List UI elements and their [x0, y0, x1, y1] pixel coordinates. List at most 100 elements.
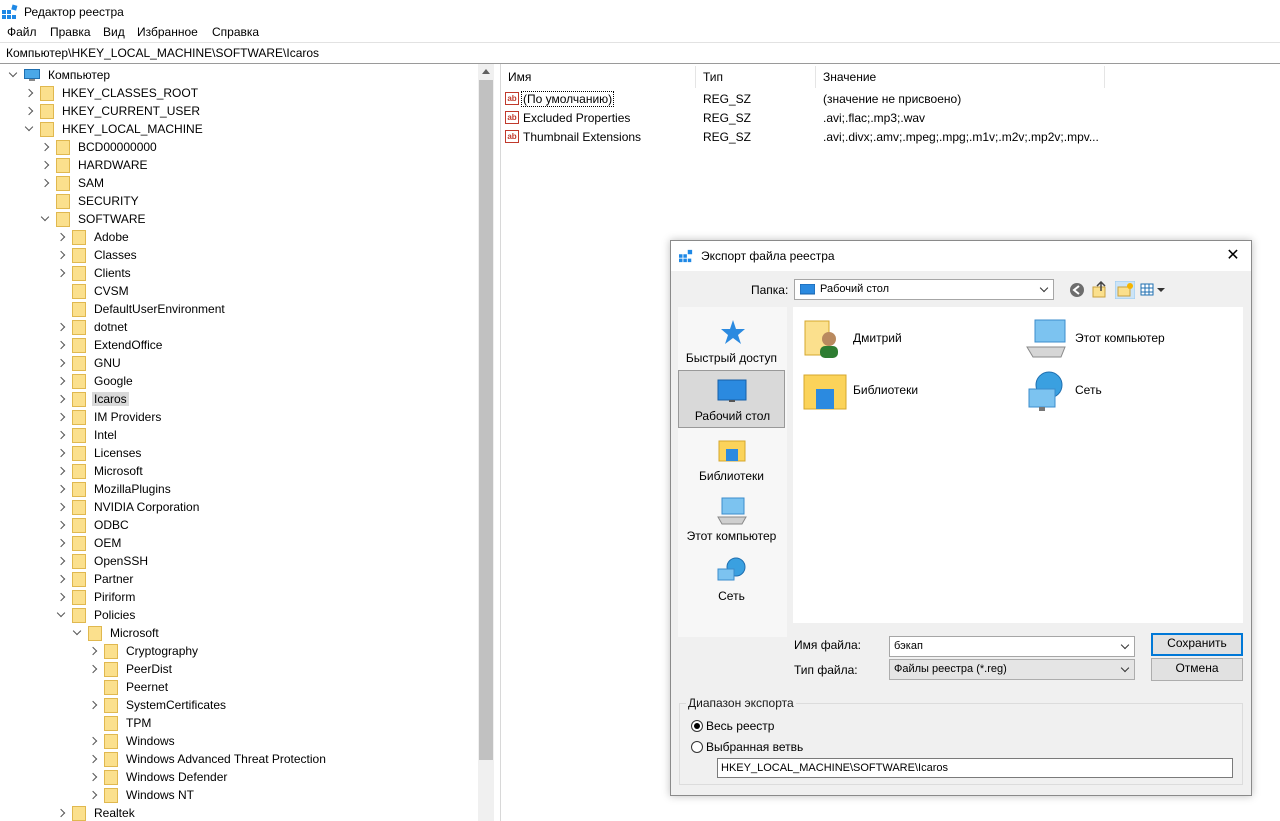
place-libraries[interactable]: Библиотеки	[678, 431, 785, 489]
tree-node[interactable]: Realtek	[56, 804, 137, 821]
column-header-name[interactable]: Имя	[508, 70, 531, 84]
tree-node[interactable]: Icaros	[56, 390, 129, 408]
new-folder-icon[interactable]	[1115, 281, 1135, 299]
tree-node[interactable]: Microsoft	[72, 624, 161, 642]
tree-node[interactable]: Windows NT	[88, 786, 196, 804]
chevron-right-icon[interactable]	[56, 448, 66, 458]
chevron-right-icon[interactable]	[24, 88, 34, 98]
tree-node[interactable]: Windows	[88, 732, 177, 750]
chevron-right-icon[interactable]	[56, 502, 66, 512]
tree-node[interactable]: dotnet	[56, 318, 129, 336]
menu-view[interactable]: Вид	[103, 25, 125, 39]
scroll-up-icon[interactable]	[482, 69, 490, 74]
chevron-down-icon[interactable]	[40, 214, 50, 224]
chevron-right-icon[interactable]	[56, 484, 66, 494]
file-browser[interactable]: Дмитрий Этот компьютер Библиотеки Сеть	[793, 307, 1243, 623]
chevron-right-icon[interactable]	[40, 160, 50, 170]
tree-node[interactable]: BCD00000000	[40, 138, 159, 156]
chevron-right-icon[interactable]	[88, 664, 98, 674]
chevron-right-icon[interactable]	[56, 232, 66, 242]
column-divider[interactable]	[695, 66, 696, 88]
chevron-right-icon[interactable]	[88, 700, 98, 710]
radio-selected-branch[interactable]	[691, 741, 703, 753]
chevron-down-icon[interactable]	[8, 70, 18, 80]
chevron-right-icon[interactable]	[88, 646, 98, 656]
tree-node[interactable]: HKEY_CURRENT_USER	[24, 102, 202, 120]
scrollbar-thumb[interactable]	[479, 80, 493, 760]
column-divider[interactable]	[1104, 66, 1105, 88]
tree-node[interactable]: IM Providers	[56, 408, 163, 426]
cancel-button[interactable]: Отмена	[1151, 658, 1243, 681]
folder-select[interactable]: Рабочий стол	[794, 279, 1054, 300]
column-header-type[interactable]: Тип	[703, 70, 723, 84]
save-button[interactable]: Сохранить	[1151, 633, 1243, 656]
tree-node[interactable]: Classes	[56, 246, 139, 264]
chevron-right-icon[interactable]	[88, 736, 98, 746]
chevron-right-icon[interactable]	[56, 268, 66, 278]
tree-node[interactable]: NVIDIA Corporation	[56, 498, 201, 516]
chevron-right-icon[interactable]	[24, 106, 34, 116]
tree-node[interactable]: SAM	[40, 174, 106, 192]
radio-label[interactable]: Выбранная ветвь	[706, 740, 803, 754]
tree-node[interactable]: SystemCertificates	[88, 696, 228, 714]
chevron-right-icon[interactable]	[56, 556, 66, 566]
tree-node[interactable]: HKEY_CLASSES_ROOT	[24, 84, 200, 102]
tree-node[interactable]: Google	[56, 372, 135, 390]
tree-node[interactable]: GNU	[56, 354, 123, 372]
tree-node[interactable]: Peernet	[88, 678, 170, 696]
tree-node[interactable]: Piriform	[56, 588, 137, 606]
menu-edit[interactable]: Правка	[50, 25, 91, 39]
tree-node[interactable]: Windows Defender	[88, 768, 229, 786]
chevron-down-icon[interactable]	[72, 628, 82, 638]
filename-input[interactable]: бэкап	[889, 636, 1135, 657]
chevron-right-icon[interactable]	[56, 520, 66, 530]
chevron-right-icon[interactable]	[56, 322, 66, 332]
chevron-right-icon[interactable]	[56, 250, 66, 260]
tree-node[interactable]: DefaultUserEnvironment	[56, 300, 227, 318]
value-row[interactable]: ab (По умолчанию) REG_SZ (значение не пр…	[505, 90, 1275, 108]
tree-node[interactable]: Компьютер	[8, 66, 112, 84]
tree-node[interactable]: HARDWARE	[40, 156, 150, 174]
chevron-right-icon[interactable]	[56, 808, 66, 818]
pane-splitter[interactable]	[494, 64, 501, 821]
view-menu-icon[interactable]	[1140, 282, 1166, 298]
tree-node[interactable]: Windows Advanced Threat Protection	[88, 750, 328, 768]
tree-node[interactable]: ODBC	[56, 516, 131, 534]
tree-node[interactable]: OpenSSH	[56, 552, 150, 570]
tree-node[interactable]: SOFTWARE	[40, 210, 148, 228]
back-icon[interactable]	[1069, 282, 1085, 298]
chevron-right-icon[interactable]	[40, 178, 50, 188]
chevron-right-icon[interactable]	[56, 376, 66, 386]
radio-whole-registry[interactable]	[691, 720, 703, 732]
address-bar[interactable]: Компьютер\HKEY_LOCAL_MACHINE\SOFTWARE\Ic…	[0, 43, 1280, 64]
place-desktop[interactable]: Рабочий стол	[678, 370, 785, 428]
place-network[interactable]: Сеть	[678, 551, 785, 609]
chevron-down-icon[interactable]	[56, 610, 66, 620]
tree-node[interactable]: Policies	[56, 606, 137, 624]
chevron-right-icon[interactable]	[56, 592, 66, 602]
item-user-folder[interactable]: Дмитрий	[803, 317, 1013, 361]
place-quick-access[interactable]: Быстрый доступ	[678, 311, 785, 369]
tree-node[interactable]: Microsoft	[56, 462, 145, 480]
column-header-value[interactable]: Значение	[823, 70, 876, 84]
chevron-right-icon[interactable]	[56, 538, 66, 548]
value-row[interactable]: ab Excluded Properties REG_SZ .avi;.flac…	[505, 109, 1275, 127]
chevron-right-icon[interactable]	[56, 358, 66, 368]
menu-file[interactable]: Файл	[7, 25, 37, 39]
chevron-right-icon[interactable]	[88, 772, 98, 782]
chevron-right-icon[interactable]	[56, 466, 66, 476]
up-folder-icon[interactable]	[1092, 281, 1108, 299]
tree-scrollbar[interactable]	[478, 64, 494, 821]
item-network[interactable]: Сеть	[1025, 369, 1235, 413]
tree-node[interactable]: PeerDist	[88, 660, 174, 678]
close-icon[interactable]: ✕	[1215, 241, 1251, 271]
tree-node[interactable]: Adobe	[56, 228, 131, 246]
chevron-right-icon[interactable]	[88, 790, 98, 800]
tree-node[interactable]: OEM	[56, 534, 123, 552]
value-row[interactable]: ab Thumbnail Extensions REG_SZ .avi;.div…	[505, 128, 1275, 146]
branch-path-input[interactable]: HKEY_LOCAL_MACHINE\SOFTWARE\Icaros	[717, 758, 1233, 778]
chevron-right-icon[interactable]	[56, 394, 66, 404]
item-this-pc[interactable]: Этот компьютер	[1025, 317, 1235, 361]
chevron-right-icon[interactable]	[40, 142, 50, 152]
chevron-right-icon[interactable]	[56, 412, 66, 422]
